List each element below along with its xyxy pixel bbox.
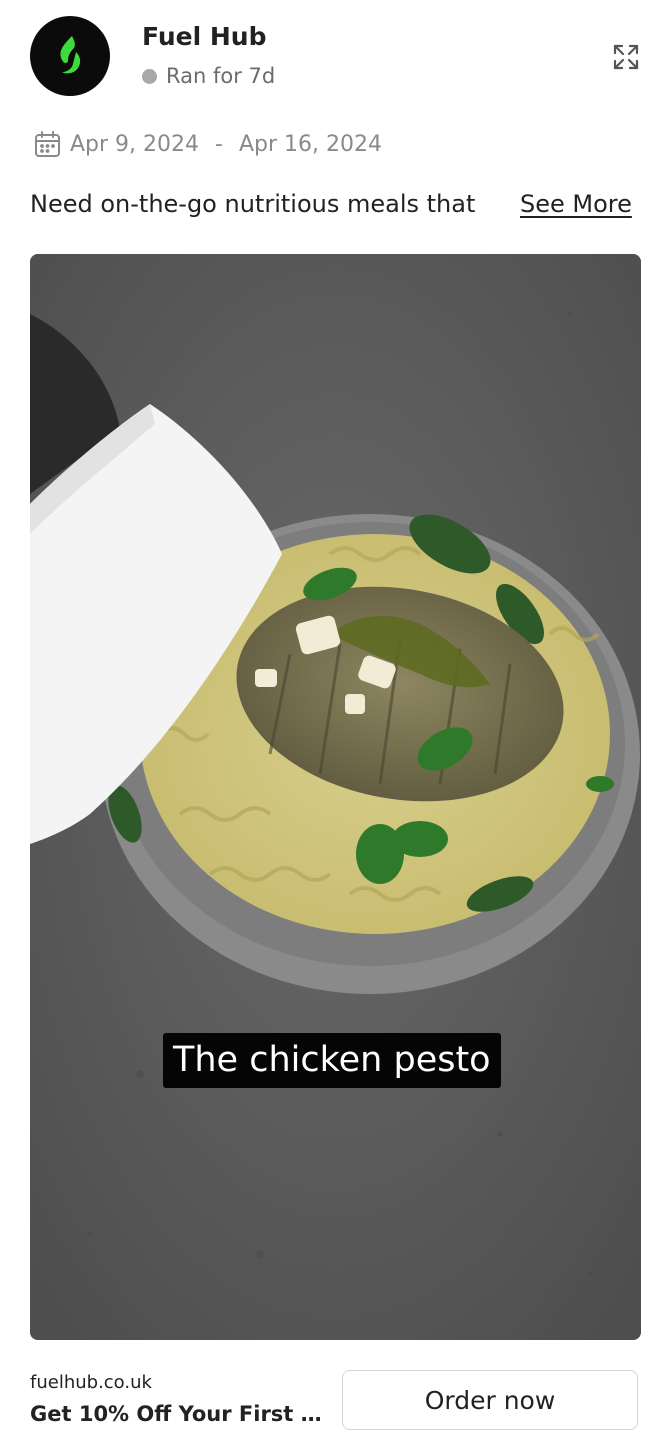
food-image [30,254,641,1340]
date-separator: - [215,131,223,157]
run-status: Ran for 7d [142,64,275,88]
see-more-link[interactable]: See More [520,190,632,218]
ad-headline[interactable]: Get 10% Off Your First 4 Orders [30,1402,322,1426]
ad-description: Need on-the-go nutritious meals that See… [30,190,641,218]
brand-avatar[interactable] [30,16,110,96]
calendar-icon [34,130,62,158]
video-caption: The chicken pesto [163,1033,501,1088]
brand-name[interactable]: Fuel Hub [142,22,266,51]
end-date: Apr 16, 2024 [238,131,383,157]
expand-button[interactable] [611,42,641,72]
expand-icon [613,44,639,70]
flame-icon [60,36,81,74]
status-dot [142,68,157,84]
run-status-text: Ran for 7d [166,64,276,88]
ad-header: Fuel Hub Ran for 7d [30,16,641,96]
ad-domain[interactable]: fuelhub.co.uk [30,1372,152,1393]
date-range: Apr 9, 2024 - Apr 16, 2024 [34,130,382,158]
start-date: Apr 9, 2024 [70,131,200,157]
ad-video[interactable]: The chicken pesto [30,254,641,1340]
description-text: Need on-the-go nutritious meals that [30,190,476,218]
order-now-button[interactable]: Order now [342,1370,638,1430]
